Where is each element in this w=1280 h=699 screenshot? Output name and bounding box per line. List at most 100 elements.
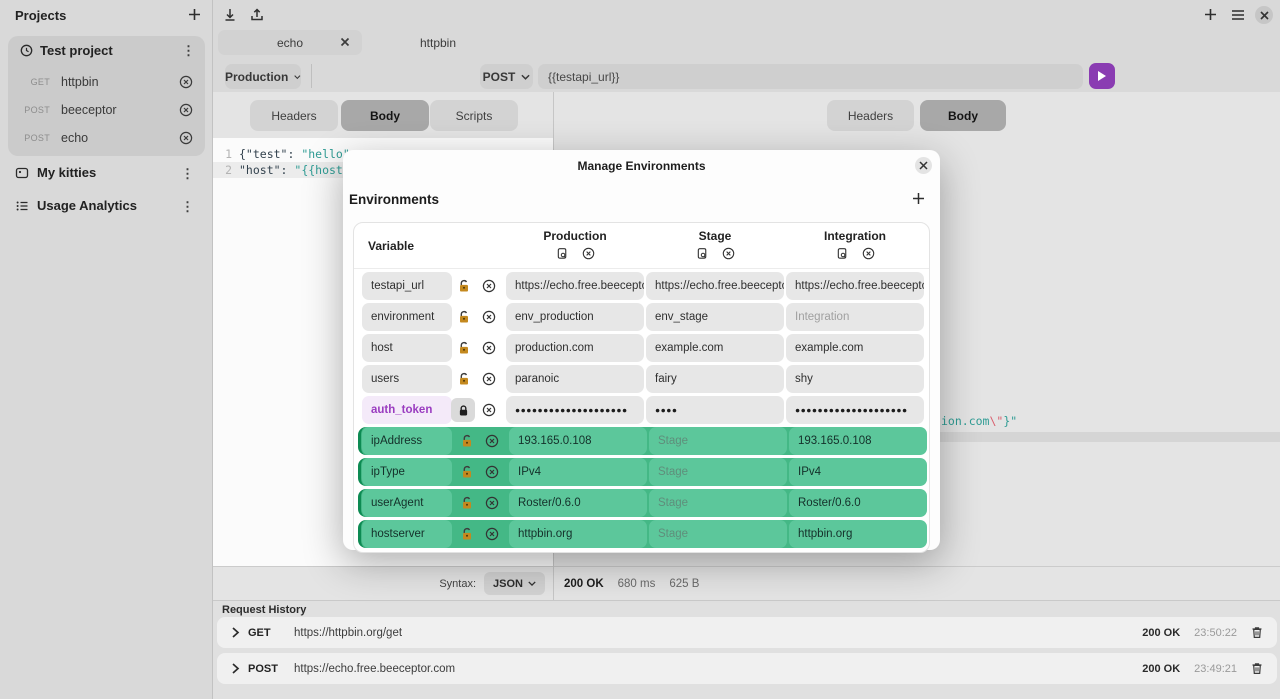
duplicate-environment-icon[interactable] (696, 247, 709, 260)
modal-close-button[interactable] (915, 157, 932, 174)
lock-open-icon[interactable] (457, 279, 471, 293)
variable-name-input[interactable]: testapi_url (362, 272, 452, 300)
stage-value-input[interactable]: env_stage (646, 303, 784, 331)
duplicate-environment-icon[interactable] (836, 247, 849, 260)
usage-analytics-menu-icon[interactable]: ⋮ (181, 200, 194, 214)
lock-open-icon[interactable] (457, 372, 471, 386)
production-value-input[interactable]: ●●●●●●●●●●●●●●●●●●●● (506, 396, 644, 424)
history-row[interactable]: GET https://httpbin.org/get 200 OK 23:50… (217, 617, 1277, 648)
production-value-input[interactable]: env_production (506, 303, 644, 331)
stage-value-input[interactable]: Stage (649, 520, 787, 548)
integration-value-input[interactable]: httpbin.org (789, 520, 927, 548)
delete-environment-icon[interactable] (582, 247, 595, 260)
integration-value-input[interactable]: example.com (786, 334, 924, 362)
sidebar-item-beeceptor[interactable]: POST beeceptor (8, 97, 205, 123)
tab-httpbin[interactable]: httpbin (366, 30, 510, 55)
variable-name-input[interactable]: auth_token (362, 396, 452, 424)
lock-open-icon[interactable] (457, 341, 471, 355)
window-close-button[interactable] (1255, 6, 1273, 24)
request-name: echo (61, 131, 88, 145)
remove-icon[interactable] (179, 103, 193, 117)
lock-open-icon[interactable] (457, 310, 471, 324)
stage-value-input[interactable]: Stage (649, 489, 787, 517)
delete-variable-icon[interactable] (482, 310, 496, 324)
duplicate-environment-icon[interactable] (556, 247, 569, 260)
variable-name-input[interactable]: ipAddress (362, 427, 452, 455)
lock-closed-button[interactable] (451, 398, 475, 422)
lock-open-icon[interactable] (460, 465, 474, 479)
delete-variable-icon[interactable] (485, 496, 499, 510)
remove-icon[interactable] (179, 131, 193, 145)
add-tab-button[interactable] (1203, 7, 1218, 22)
integration-value-input[interactable]: 193.165.0.108 (789, 427, 927, 455)
variable-name-input[interactable]: userAgent (362, 489, 452, 517)
integration-value-input[interactable]: ●●●●●●●●●●●●●●●●●●●● (786, 396, 924, 424)
production-value-input[interactable]: 193.165.0.108 (509, 427, 647, 455)
variable-name-input[interactable]: environment (362, 303, 452, 331)
tab-request-body[interactable]: Body (341, 100, 429, 131)
lock-open-icon[interactable] (460, 434, 474, 448)
download-icon[interactable] (222, 7, 238, 23)
sidebar-item-echo[interactable]: POST echo (8, 125, 205, 151)
trash-icon[interactable] (1251, 626, 1263, 639)
upload-icon[interactable] (249, 7, 265, 23)
lock-open-icon[interactable] (460, 527, 474, 541)
production-value-input[interactable]: production.com (506, 334, 644, 362)
close-tab-icon[interactable] (340, 37, 350, 47)
stage-value-input[interactable]: Stage (649, 458, 787, 486)
project-card[interactable]: Test project ⋮ GET httpbin POST beecepto… (8, 36, 205, 156)
sidebar-item-my-kitties[interactable]: My kitties (15, 165, 96, 180)
production-value-input[interactable]: Roster/0.6.0 (509, 489, 647, 517)
delete-variable-icon[interactable] (482, 279, 496, 293)
tab-response-headers[interactable]: Headers (827, 100, 914, 131)
integration-value-input[interactable]: https://echo.free.beecepto (786, 272, 924, 300)
send-request-button[interactable] (1089, 63, 1115, 89)
sidebar-item-httpbin[interactable]: GET httpbin (8, 69, 205, 95)
stage-value-input[interactable]: https://echo.free.beecepto (646, 272, 784, 300)
tab-response-body[interactable]: Body (920, 100, 1006, 131)
tab-request-scripts[interactable]: Scripts (430, 100, 518, 131)
add-environment-button[interactable] (911, 191, 926, 206)
integration-value-input[interactable]: shy (786, 365, 924, 393)
syntax-selector[interactable]: JSON (484, 572, 545, 595)
production-value-input[interactable]: httpbin.org (509, 520, 647, 548)
stage-value-input[interactable]: example.com (646, 334, 784, 362)
delete-variable-icon[interactable] (485, 527, 499, 541)
chevron-right-icon[interactable] (231, 663, 240, 674)
delete-environment-icon[interactable] (722, 247, 735, 260)
delete-environment-icon[interactable] (862, 247, 875, 260)
integration-value-input[interactable]: IPv4 (789, 458, 927, 486)
stage-value-input[interactable]: fairy (646, 365, 784, 393)
integration-value-input[interactable]: Roster/0.6.0 (789, 489, 927, 517)
trash-icon[interactable] (1251, 662, 1263, 675)
variable-name-input[interactable]: ipType (362, 458, 452, 486)
project-menu-icon[interactable]: ⋮ (182, 44, 195, 58)
url-input[interactable]: {{testapi_url}} (538, 64, 1083, 89)
stage-value-input[interactable]: Stage (649, 427, 787, 455)
environment-selector[interactable]: Production (225, 64, 301, 89)
sidebar-item-usage-analytics[interactable]: Usage Analytics (15, 198, 137, 213)
history-row[interactable]: POST https://echo.free.beeceptor.com 200… (217, 653, 1277, 684)
lock-open-icon[interactable] (460, 496, 474, 510)
my-kitties-menu-icon[interactable]: ⋮ (181, 167, 194, 181)
production-value-input[interactable]: https://echo.free.beecepto (506, 272, 644, 300)
tab-request-headers[interactable]: Headers (250, 100, 338, 131)
stage-value-input[interactable]: ●●●● (646, 396, 784, 424)
chevron-right-icon[interactable] (231, 627, 240, 638)
delete-variable-icon[interactable] (482, 403, 496, 417)
delete-variable-icon[interactable] (485, 465, 499, 479)
remove-icon[interactable] (179, 75, 193, 89)
production-value-input[interactable]: IPv4 (509, 458, 647, 486)
production-value-input[interactable]: paranoic (506, 365, 644, 393)
variable-name-input[interactable]: hostserver (362, 520, 452, 548)
variable-name-input[interactable]: host (362, 334, 452, 362)
delete-variable-icon[interactable] (482, 372, 496, 386)
menu-icon[interactable] (1230, 8, 1246, 22)
integration-value-input[interactable]: Integration (786, 303, 924, 331)
variable-name-input[interactable]: users (362, 365, 452, 393)
add-project-button[interactable] (187, 7, 202, 22)
delete-variable-icon[interactable] (482, 341, 496, 355)
tab-echo[interactable]: echo (218, 30, 362, 55)
method-selector[interactable]: POST (480, 64, 533, 89)
delete-variable-icon[interactable] (485, 434, 499, 448)
